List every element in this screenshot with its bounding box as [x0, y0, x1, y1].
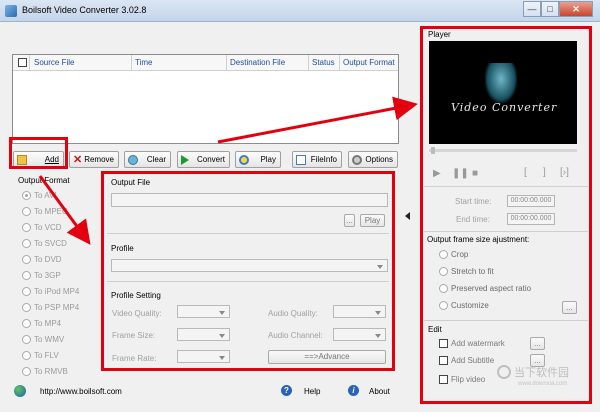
annotation-arrows — [38, 96, 418, 245]
arrow-to-player — [217, 96, 418, 144]
arrow-to-settings — [38, 175, 91, 245]
